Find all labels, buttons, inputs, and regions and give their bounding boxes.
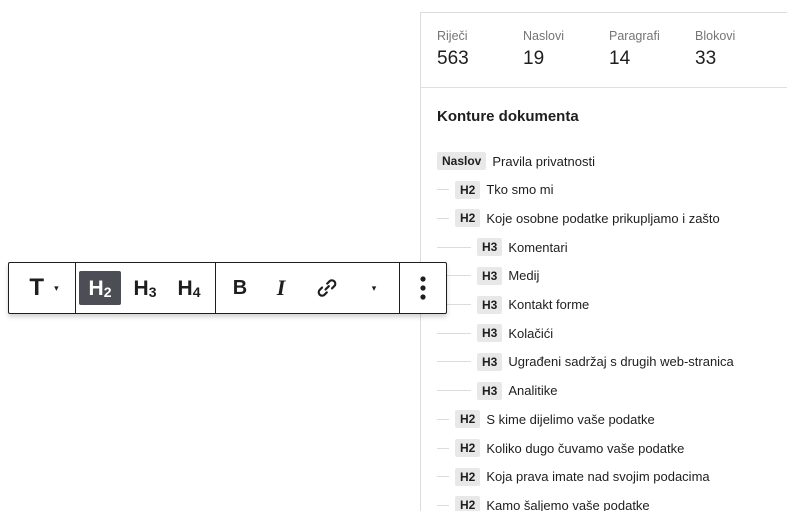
document-stats: Riječi 563 Naslovi 19 Paragrafi 14 Bloko… — [421, 13, 787, 88]
outline-connector — [437, 217, 449, 219]
italic-button[interactable]: I — [263, 271, 299, 305]
outline-item[interactable]: H3 Komentari — [437, 237, 568, 257]
outline-item-text: Tko smo mi — [486, 182, 554, 198]
chevron-down-icon: ▾ — [371, 282, 377, 293]
heading-level-2-button[interactable]: H2 — [79, 271, 121, 305]
kebab-menu-icon — [420, 276, 426, 300]
outline-level-badge: H3 — [477, 238, 503, 257]
outline-item-text: Koja prava imate nad svojim podacima — [486, 469, 710, 485]
italic-icon: I — [276, 275, 286, 300]
outline-level-badge: H3 — [477, 324, 503, 343]
outline-item[interactable]: H2 S kime dijelimo vaše podatke — [437, 409, 655, 429]
heading-3-icon: H3 — [133, 276, 157, 300]
outline-item-text: Kontakt forme — [508, 297, 590, 312]
outline-item-text: Koliko dugo čuvamo vaše podatke — [486, 440, 685, 456]
outline-item-text: Medij — [508, 268, 540, 284]
outline-level-badge: Naslov — [437, 152, 487, 170]
outline-level-badge: H2 — [455, 410, 481, 429]
bold-icon: B — [232, 276, 248, 299]
stat-headings: Naslovi 19 — [523, 29, 564, 70]
outline-item[interactable]: H3 Ugrađeni sadržaj s drugih web-stranica — [437, 352, 734, 372]
link-icon — [317, 279, 337, 297]
document-info-panel: Riječi 563 Naslovi 19 Paragrafi 14 Bloko… — [420, 12, 787, 511]
outline-level-badge: H3 — [477, 295, 503, 314]
heading-level-3-button[interactable]: H3 — [125, 271, 165, 305]
outline-connector — [437, 246, 471, 248]
outline-item[interactable]: H2 Tko smo mi — [437, 180, 554, 200]
outline-item-text: S kime dijelimo vaše podatke — [486, 411, 655, 427]
outline-level-badge: H3 — [477, 266, 503, 285]
outline-item[interactable]: H3 Kolačići — [437, 323, 553, 343]
block-toolbar: T ▾ H2 H3 H4 B I ▾ — [8, 262, 447, 314]
outline-connector — [437, 332, 471, 334]
toolbar-divider — [399, 263, 400, 313]
chevron-down-icon: ▾ — [54, 282, 59, 293]
block-type-button[interactable]: T ▾ — [17, 271, 71, 305]
outline-item[interactable]: H2 Kamo šaljemo vaše podatke — [437, 495, 650, 511]
editor-stage: Riječi 563 Naslovi 19 Paragrafi 14 Bloko… — [0, 0, 787, 511]
heading-4-icon: H4 — [177, 276, 201, 300]
stat-label: Paragrafi — [609, 29, 660, 43]
stat-label: Riječi — [437, 29, 468, 43]
heading-2-icon: H2 — [88, 276, 112, 300]
stat-value: 563 — [437, 48, 469, 69]
outline-item[interactable]: H2 Koje osobne podatke prikupljamo i zašt… — [437, 208, 720, 228]
outline-connector — [437, 476, 449, 478]
outline-item-text: Kolačići — [508, 325, 554, 341]
outline-item-text: Analitike — [508, 383, 558, 399]
outline-connector — [437, 361, 471, 363]
outline-connector — [437, 189, 449, 191]
toolbar-divider — [215, 263, 216, 313]
stat-blocks: Blokovi 33 — [695, 29, 735, 70]
outline-item[interactable]: H3 Kontakt forme — [437, 295, 589, 315]
outline-level-badge: H3 — [477, 352, 503, 371]
more-formatting-button[interactable]: ▾ — [359, 271, 389, 305]
toolbar-divider — [75, 263, 76, 313]
stat-label: Naslovi — [523, 29, 564, 43]
stat-value: 14 — [609, 48, 631, 69]
stat-label: Blokovi — [695, 29, 736, 43]
outline-item-text: Koje osobne podatke prikupljamo i zašto — [486, 210, 720, 226]
outline-level-badge: H3 — [477, 381, 503, 400]
outline-connector — [437, 447, 449, 449]
outline-item[interactable]: H3 Analitike — [437, 381, 557, 401]
bold-button[interactable]: B — [223, 271, 257, 305]
link-button[interactable] — [307, 271, 347, 305]
text-block-icon: T — [29, 274, 45, 301]
outline-level-badge: H2 — [455, 496, 481, 511]
outline-item-text: Ugrađeni sadržaj s drugih web-stranica — [508, 354, 734, 370]
heading-level-4-button[interactable]: H4 — [169, 271, 209, 305]
outline-level-badge: H2 — [455, 180, 481, 199]
outline-item[interactable]: Naslov Pravila privatnosti — [437, 151, 595, 171]
outline-level-badge: H2 — [455, 439, 481, 457]
outline-connector — [437, 418, 449, 420]
outline-item-text: Kamo šaljemo vaše podatke — [486, 497, 650, 511]
outline-item[interactable]: H2 Koliko dugo čuvamo vaše podatke — [437, 438, 684, 458]
outline-item[interactable]: H3 Medij — [437, 266, 539, 286]
outline-level-badge: H2 — [455, 209, 481, 228]
outline-level-badge: H2 — [455, 467, 481, 486]
stat-words: Riječi 563 — [437, 29, 469, 70]
outline-item[interactable]: H2 Koja prava imate nad svojim podacima — [437, 467, 710, 487]
outline-title: Konture dokumenta — [437, 108, 579, 125]
stat-value: 19 — [523, 48, 545, 69]
stat-paragraphs: Paragrafi 14 — [609, 29, 660, 70]
outline-connector — [437, 390, 471, 392]
block-options-button[interactable] — [407, 271, 439, 305]
stat-value: 33 — [695, 48, 717, 69]
outline-connector — [437, 504, 449, 506]
outline-item-text: Komentari — [508, 239, 568, 255]
outline-item-text: Pravila privatnosti — [492, 153, 595, 169]
